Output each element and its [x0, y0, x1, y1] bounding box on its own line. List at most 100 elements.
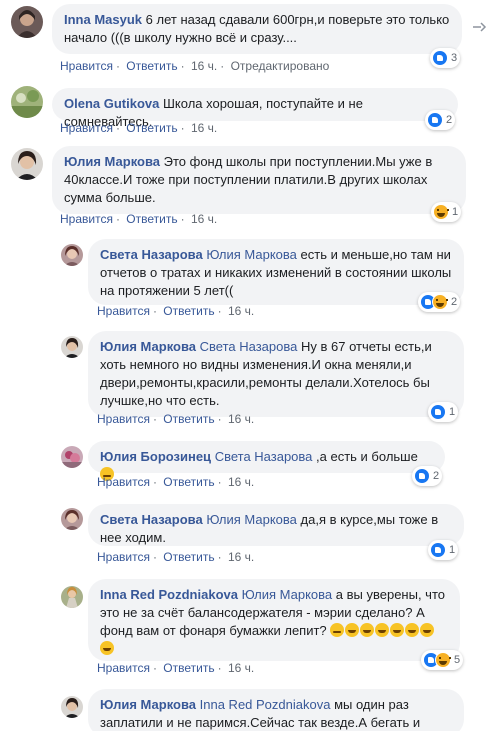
comment-bubble: Юлия Борозинец Света Назарова ,а есть и …	[88, 441, 445, 481]
comment-bubble: Inna Masyuk 6 лет назад сдавали 600грн,и…	[52, 4, 462, 54]
avatar[interactable]	[61, 586, 83, 608]
comment-time[interactable]: 16 ч.	[228, 304, 254, 318]
avatar[interactable]	[61, 446, 83, 468]
comment-bubble: Юлия Маркова Это фонд школы при поступле…	[52, 146, 466, 214]
reaction-summary[interactable]: 3	[430, 48, 461, 68]
comment-inna-masyuk: Inna Masyuk 6 лет назад сдавали 600грн,и…	[0, 0, 499, 80]
reply-yulia-borozinets: Юлия Борозинец Света Назарова ,а есть и …	[0, 434, 499, 494]
like-button[interactable]: Нравится	[60, 212, 113, 226]
mention-link[interactable]: Света Назарова	[200, 339, 298, 354]
laughing-emoji-icon	[375, 623, 390, 637]
haha-reaction-icon	[435, 652, 451, 668]
comment-bubble: Olena Gutikova Школа хорошая, поступайте…	[52, 88, 458, 129]
comment-text: ,а есть и больше	[316, 449, 418, 464]
like-reaction-icon	[430, 542, 446, 558]
comment-yulia-markova: Юлия Маркова Это фонд школы при поступле…	[0, 140, 499, 232]
mention-link[interactable]: Юлия Маркова	[242, 587, 333, 602]
comment-time[interactable]: 16 ч.	[228, 475, 254, 489]
mention-link[interactable]: Юлия Маркова	[206, 247, 297, 262]
comment-author[interactable]: Olena Gutikova	[64, 96, 159, 111]
comment-time[interactable]: 16 ч.	[228, 412, 254, 426]
reply-button[interactable]: Ответить	[126, 121, 177, 135]
like-reaction-icon	[430, 404, 446, 420]
laughing-emoji-icon	[345, 623, 360, 637]
comment-bubble: Света Назарова Юлия Маркова есть и меньш…	[88, 239, 464, 305]
reply-inna-red-pozdniakova: Inna Red Pozdniakova Юлия Маркова а вы у…	[0, 574, 499, 684]
reaction-summary[interactable]: 1	[431, 202, 462, 222]
like-button[interactable]: Нравится	[97, 550, 150, 564]
reaction-summary[interactable]: 5	[421, 650, 464, 670]
comment-time[interactable]: 16 ч.	[191, 121, 217, 135]
reaction-summary[interactable]: 2	[412, 466, 443, 486]
reaction-count: 2	[451, 296, 458, 308]
haha-reaction-icon	[432, 294, 448, 310]
reply-button[interactable]: Ответить	[163, 661, 214, 675]
avatar[interactable]	[11, 6, 43, 38]
like-button[interactable]: Нравится	[60, 59, 113, 73]
like-reaction-icon	[432, 50, 448, 66]
comment-author[interactable]: Света Назарова	[100, 247, 203, 262]
avatar[interactable]	[61, 696, 83, 718]
edited-label: Отредактировано	[230, 59, 330, 73]
comment-bubble: Юлия Маркова Inna Red Pozdniakova мы оди…	[88, 689, 464, 731]
reply-button[interactable]: Ответить	[163, 475, 214, 489]
reaction-summary[interactable]: 2	[418, 292, 461, 312]
comment-author[interactable]: Юлия Маркова	[100, 697, 196, 712]
comment-actions: Нравится · Ответить · 16 ч.	[60, 121, 218, 135]
comment-time[interactable]: 16 ч.	[228, 661, 254, 675]
reaction-summary[interactable]: 2	[425, 110, 456, 130]
comment-actions: Нравится · Ответить · 16 ч.	[97, 304, 255, 318]
mention-link[interactable]: Света Назарова	[215, 449, 313, 464]
comment-bubble: Света Назарова Юлия Маркова да,я в курсе…	[88, 504, 464, 546]
comment-olena-gutikova: Olena Gutikova Школа хорошая, поступайте…	[0, 80, 499, 140]
like-button[interactable]: Нравится	[97, 304, 150, 318]
wink-emoji-icon	[330, 623, 345, 637]
like-button[interactable]: Нравится	[97, 661, 150, 675]
comment-bubble: Юлия Маркова Света Назарова Ну в 67 отче…	[88, 331, 464, 417]
mention-link[interactable]: Юлия Маркова	[206, 512, 297, 527]
comment-time[interactable]: 16 ч.	[228, 550, 254, 564]
reply-button[interactable]: Ответить	[163, 412, 214, 426]
reply-button[interactable]: Ответить	[163, 304, 214, 318]
avatar[interactable]	[61, 244, 83, 266]
comment-time[interactable]: 16 ч.	[191, 59, 217, 73]
comment-actions: Нравится · Ответить · 16 ч.	[97, 550, 255, 564]
comment-author[interactable]: Inna Red Pozdniakova	[100, 587, 238, 602]
reply-button[interactable]: Ответить	[126, 212, 177, 226]
like-button[interactable]: Нравится	[60, 121, 113, 135]
reply-button[interactable]: Ответить	[126, 59, 177, 73]
avatar[interactable]	[11, 86, 43, 118]
comment-actions: Нравится · Ответить · 16 ч.	[97, 661, 255, 675]
mention-link[interactable]: Inna Red Pozdniakova	[200, 697, 331, 712]
haha-reaction-icon	[433, 204, 449, 220]
avatar[interactable]	[11, 148, 43, 180]
comment-actions: Нравится · Ответить · 16 ч. · Отредактирова…	[60, 59, 330, 73]
comment-author[interactable]: Юлия Борозинец	[100, 449, 211, 464]
avatar[interactable]	[61, 508, 83, 530]
reply-sveta-nazarova: Света Назарова Юлия Маркова есть и меньш…	[0, 232, 499, 324]
reaction-count: 2	[433, 470, 440, 482]
laughing-emoji-icon	[360, 623, 375, 637]
reply-sveta-nazarova-2: Света Назарова Юлия Маркова да,я в курсе…	[0, 494, 499, 574]
comment-time[interactable]: 16 ч.	[191, 212, 217, 226]
laughing-emoji-icon	[420, 623, 435, 637]
comment-author[interactable]: Юлия Маркова	[64, 154, 160, 169]
comment-author[interactable]: Света Назарова	[100, 512, 203, 527]
more-options-icon[interactable]	[471, 20, 493, 34]
comment-author[interactable]: Юлия Маркова	[100, 339, 196, 354]
like-reaction-icon	[427, 112, 443, 128]
comment-actions: Нравится · Ответить · 16 ч.	[60, 212, 218, 226]
reply-button[interactable]: Ответить	[163, 550, 214, 564]
comment-author[interactable]: Inna Masyuk	[64, 12, 142, 27]
reaction-summary[interactable]: 1	[428, 540, 459, 560]
like-reaction-icon	[414, 468, 430, 484]
avatar[interactable]	[61, 336, 83, 358]
reaction-count: 3	[451, 52, 458, 64]
reaction-count: 1	[452, 206, 459, 218]
reaction-summary[interactable]: 1	[428, 402, 459, 422]
like-button[interactable]: Нравится	[97, 475, 150, 489]
reaction-count: 1	[449, 406, 456, 418]
reaction-count: 2	[446, 114, 453, 126]
like-button[interactable]: Нравится	[97, 412, 150, 426]
reply-yulia-markova: Юлия Маркова Света Назарова Ну в 67 отче…	[0, 324, 499, 434]
